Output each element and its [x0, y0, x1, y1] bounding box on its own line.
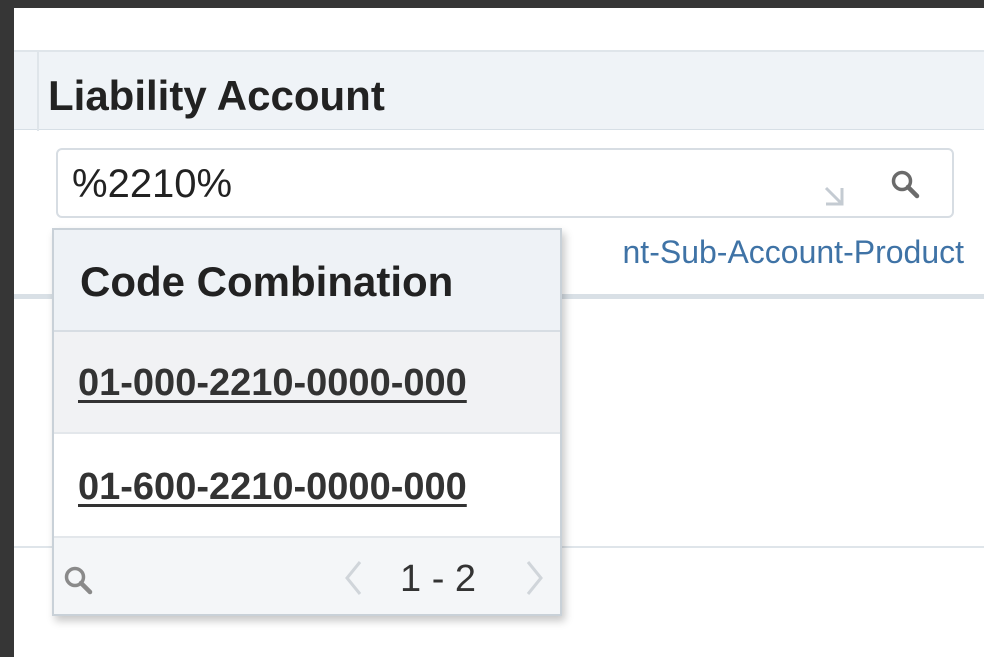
chevron-right-icon[interactable] — [524, 558, 546, 598]
chevron-left-icon[interactable] — [342, 558, 364, 598]
liability-account-input-value[interactable]: %2210% — [72, 162, 232, 207]
column-header-row: Liability Account — [14, 50, 984, 132]
app-window: Liability Account %2210% nt-Sub-Account-… — [0, 0, 984, 657]
search-icon[interactable] — [889, 168, 921, 200]
window-border-top — [0, 0, 984, 8]
code-combination-link[interactable]: 01-600-2210-0000-000 — [78, 466, 467, 509]
dropdown-header: Code Combination — [54, 230, 560, 332]
column-divider — [37, 52, 39, 132]
dropdown-row[interactable]: 01-000-2210-0000-000 — [54, 332, 560, 434]
hint-text-container: nt-Sub-Account-Product — [546, 226, 976, 276]
dropdown-row[interactable]: 01-600-2210-0000-000 — [54, 436, 560, 538]
top-empty-row — [14, 8, 984, 50]
code-combination-link[interactable]: 01-000-2210-0000-000 — [78, 362, 467, 405]
code-combination-dropdown: Code Combination 01-000-2210-0000-000 01… — [52, 228, 562, 616]
pager-range: 1 - 2 — [400, 558, 477, 600]
liability-account-input[interactable]: %2210% — [56, 148, 954, 218]
column-header-liability-account: Liability Account — [48, 72, 385, 119]
code-combination-header: Code Combination — [80, 258, 454, 305]
dropdown-footer: 1 - 2 — [54, 538, 560, 614]
search-icon[interactable] — [62, 564, 94, 596]
window-border-left — [0, 0, 14, 657]
segment-hint-text: nt-Sub-Account-Product — [622, 234, 965, 270]
expand-arrow-icon[interactable] — [822, 184, 850, 210]
